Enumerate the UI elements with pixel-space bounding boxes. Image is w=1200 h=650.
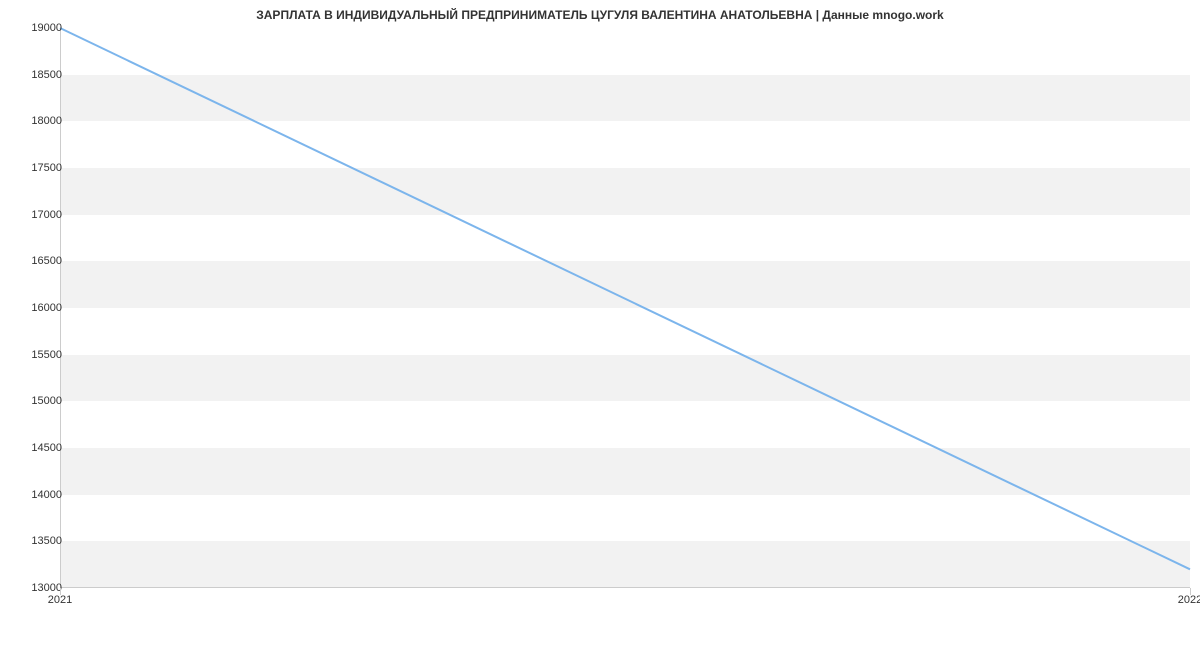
- plot-area: [60, 28, 1190, 588]
- data-series-line: [60, 28, 1190, 569]
- chart-title: ЗАРПЛАТА В ИНДИВИДУАЛЬНЫЙ ПРЕДПРИНИМАТЕЛ…: [0, 0, 1200, 22]
- y-tick-label: 17000: [31, 209, 62, 221]
- y-tick-label: 15500: [31, 349, 62, 361]
- y-tick-label: 13500: [31, 535, 62, 547]
- y-tick-label: 17500: [31, 162, 62, 174]
- y-tick-label: 16000: [31, 302, 62, 314]
- y-tick-label: 15000: [31, 395, 62, 407]
- line-chart-svg: [60, 28, 1190, 588]
- y-tick-label: 14500: [31, 442, 62, 454]
- y-tick-label: 16500: [31, 255, 62, 267]
- y-tick-label: 13000: [31, 582, 62, 594]
- y-tick-label: 18500: [31, 69, 62, 81]
- y-tick-label: 19000: [31, 22, 62, 34]
- x-tick-label: 2022: [1178, 594, 1200, 606]
- y-tick-label: 14000: [31, 489, 62, 501]
- x-tick-label: 2021: [48, 594, 72, 606]
- y-tick-label: 18000: [31, 115, 62, 127]
